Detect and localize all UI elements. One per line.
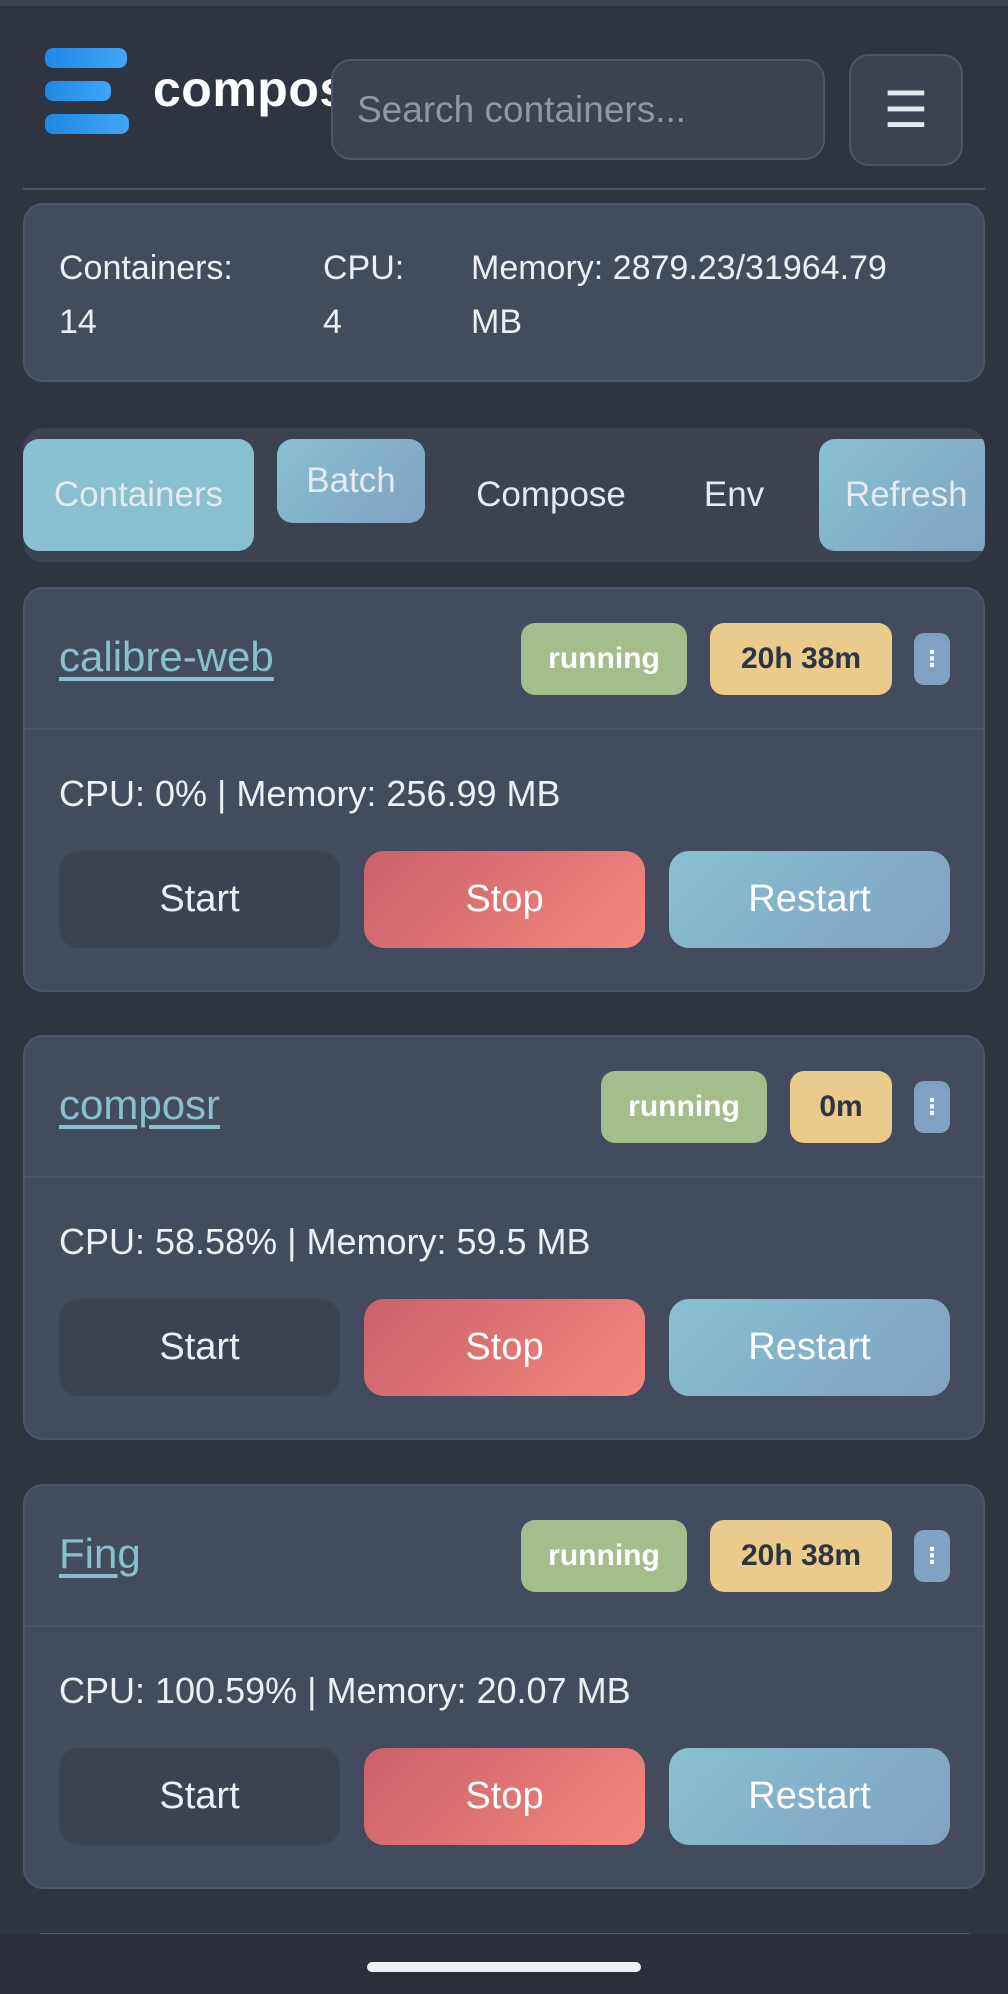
containers-stat-value: 14 xyxy=(59,303,97,341)
tab-env[interactable]: Env xyxy=(699,439,769,551)
start-button[interactable]: Start xyxy=(59,851,340,948)
container-card-header: Fing running 20h 38m ⋮ xyxy=(25,1486,983,1627)
system-stats-panel: Containers: 14 CPU: 4 Memory: 2879.23/31… xyxy=(23,203,985,382)
memory-stat-label: Memory: 2879.23/31964.79 xyxy=(471,249,887,287)
search-input[interactable] xyxy=(331,59,825,160)
status-badge: running xyxy=(601,1071,767,1143)
hamburger-icon: ☰ xyxy=(883,82,929,138)
containers-stat-label: Containers: xyxy=(59,249,233,287)
status-badge: running xyxy=(521,1520,687,1592)
home-indicator[interactable] xyxy=(367,1962,641,1972)
container-card: Fing running 20h 38m ⋮ CPU: 100.59% | Me… xyxy=(23,1484,985,1889)
memory-stat-unit: MB xyxy=(471,303,522,341)
container-card: calibre-web running 20h 38m ⋮ CPU: 0% | … xyxy=(23,587,985,992)
container-metrics: CPU: 0% | Memory: 256.99 MB xyxy=(59,773,561,814)
container-name-link[interactable]: calibre-web xyxy=(59,633,274,681)
start-button[interactable]: Start xyxy=(59,1299,340,1396)
restart-button[interactable]: Restart xyxy=(669,851,950,948)
cpu-stat-label: CPU: xyxy=(323,249,405,287)
cpu-stat-value: 4 xyxy=(323,303,342,341)
uptime-badge: 0m xyxy=(790,1071,892,1143)
tab-batch[interactable]: Batch xyxy=(277,439,425,523)
more-options-button[interactable]: ⋮ xyxy=(914,633,950,685)
stop-button[interactable]: Stop xyxy=(364,851,645,948)
more-vertical-icon: ⋮ xyxy=(921,1543,943,1568)
container-metrics: CPU: 58.58% | Memory: 59.5 MB xyxy=(59,1221,591,1262)
tab-bar: Containers Batch Compose Env Refresh xyxy=(23,428,985,562)
refresh-button[interactable]: Refresh xyxy=(819,439,985,551)
container-name-link[interactable]: Fing xyxy=(59,1530,141,1578)
container-card-header: composr running 0m ⋮ xyxy=(25,1037,983,1178)
top-divider xyxy=(0,0,1008,6)
app-header: composr ☰ xyxy=(23,40,985,190)
stop-button[interactable]: Stop xyxy=(364,1299,645,1396)
uptime-badge: 20h 38m xyxy=(710,1520,892,1592)
uptime-badge: 20h 38m xyxy=(710,623,892,695)
more-vertical-icon: ⋮ xyxy=(921,1094,943,1119)
restart-button[interactable]: Restart xyxy=(669,1299,950,1396)
more-options-button[interactable]: ⋮ xyxy=(914,1081,950,1133)
container-name-link[interactable]: composr xyxy=(59,1081,220,1129)
tab-containers[interactable]: Containers xyxy=(23,439,254,551)
cpu-stat: CPU: 4 xyxy=(323,241,443,349)
composr-logo-icon xyxy=(45,48,129,134)
status-badge: running xyxy=(521,623,687,695)
container-card-header: calibre-web running 20h 38m ⋮ xyxy=(25,589,983,730)
start-button[interactable]: Start xyxy=(59,1748,340,1845)
memory-stat: Memory: 2879.23/31964.79 MB xyxy=(471,241,971,349)
stop-button[interactable]: Stop xyxy=(364,1748,645,1845)
hamburger-menu-button[interactable]: ☰ xyxy=(849,54,963,166)
restart-button[interactable]: Restart xyxy=(669,1748,950,1845)
containers-stat: Containers: 14 xyxy=(59,241,279,349)
container-metrics: CPU: 100.59% | Memory: 20.07 MB xyxy=(59,1670,631,1711)
more-options-button[interactable]: ⋮ xyxy=(914,1530,950,1582)
tab-compose[interactable]: Compose xyxy=(471,439,631,551)
container-card: composr running 0m ⋮ CPU: 58.58% | Memor… xyxy=(23,1035,985,1440)
more-vertical-icon: ⋮ xyxy=(921,646,943,671)
